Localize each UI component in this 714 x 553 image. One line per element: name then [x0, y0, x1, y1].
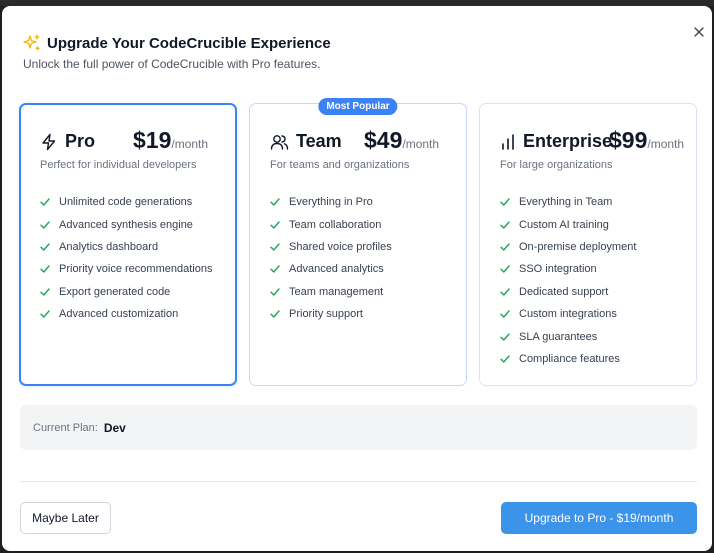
footer-divider	[20, 481, 697, 482]
check-icon	[500, 332, 510, 341]
feature-item: Shared voice profiles	[270, 236, 392, 258]
feature-item: Team management	[270, 281, 392, 303]
plan-description: Perfect for individual developers	[40, 159, 197, 171]
check-icon	[40, 243, 50, 251]
check-icon	[270, 310, 280, 318]
feature-item: Priority support	[270, 303, 392, 325]
current-plan-value: Dev	[103, 420, 126, 435]
check-icon	[270, 265, 280, 274]
feature-item: Custom AI training	[500, 213, 636, 235]
upgrade-button[interactable]: Upgrade to Pro - $19/month	[501, 502, 697, 534]
feature-item: SLA guarantees	[500, 325, 636, 347]
feature-item: Dedicated support	[500, 281, 636, 303]
check-icon	[500, 355, 510, 363]
feature-list: Unlimited code generations Advanced synt…	[40, 191, 212, 325]
feature-item: Export generated code	[40, 281, 212, 303]
check-icon	[40, 265, 50, 274]
users-icon	[270, 134, 289, 150]
check-icon	[500, 198, 510, 206]
plan-name: Enterprise	[500, 131, 612, 152]
feature-item: On-premise deployment	[500, 236, 636, 258]
most-popular-badge: Most Popular	[318, 98, 398, 115]
plan-price: $19/month	[133, 127, 209, 153]
modal-subtitle: Unlock the full power of CodeCrucible wi…	[23, 57, 321, 71]
feature-list: Everything in Pro Team collaboration Sha…	[270, 191, 392, 325]
plan-description: For large organizations	[500, 159, 613, 171]
feature-item: Advanced synthesis engine	[40, 213, 212, 235]
feature-item: Custom integrations	[500, 303, 636, 325]
plan-card-enterprise[interactable]: Enterprise $99/month For large organizat…	[479, 103, 697, 386]
feature-item: Compliance features	[500, 348, 636, 370]
maybe-later-button[interactable]: Maybe Later	[20, 502, 111, 534]
feature-item: Advanced analytics	[270, 258, 392, 280]
plan-name: Pro	[40, 131, 95, 152]
plan-header: Enterprise $99/month	[500, 127, 696, 155]
check-icon	[500, 220, 510, 229]
check-icon	[40, 198, 50, 206]
check-icon	[270, 198, 280, 206]
check-icon	[40, 220, 50, 229]
check-icon	[270, 288, 280, 296]
current-plan-label: Current Plan:	[33, 421, 98, 434]
plan-price: $99/month	[609, 127, 685, 153]
feature-item: Advanced customization	[40, 303, 212, 325]
feature-item: SSO integration	[500, 258, 636, 280]
lightning-icon	[42, 133, 56, 150]
feature-item: Analytics dashboard	[40, 236, 212, 258]
upgrade-modal: Upgrade Your CodeCrucible Experience Unl…	[2, 6, 712, 551]
check-icon	[500, 265, 510, 274]
feature-item: Everything in Team	[500, 191, 636, 213]
plan-card-team[interactable]: Most Popular Team $49/month For teams an…	[249, 98, 467, 386]
plan-description: For teams and organizations	[270, 159, 410, 171]
feature-item: Everything in Pro	[270, 191, 392, 213]
feature-item: Priority voice recommendations	[40, 258, 212, 280]
plan-price: $49/month	[364, 127, 440, 153]
plan-header: Team $49/month	[270, 127, 466, 155]
check-icon	[270, 243, 280, 251]
modal-title: Upgrade Your CodeCrucible Experience	[23, 32, 331, 54]
check-icon	[500, 310, 510, 318]
sparkles-icon	[23, 34, 40, 51]
bar-chart-icon	[502, 133, 514, 150]
check-icon	[270, 220, 280, 229]
close-button[interactable]	[690, 23, 708, 41]
check-icon	[40, 310, 50, 318]
plan-name: Team	[270, 131, 342, 152]
current-plan-box: Current Plan: Dev	[20, 405, 697, 450]
check-icon	[500, 243, 510, 251]
plan-header: Pro $19/month	[40, 127, 235, 155]
feature-item: Unlimited code generations	[40, 191, 212, 213]
feature-list: Everything in Team Custom AI training On…	[500, 191, 636, 370]
check-icon	[40, 288, 50, 296]
feature-item: Team collaboration	[270, 213, 392, 235]
plan-card-pro[interactable]: Pro $19/month Perfect for individual dev…	[19, 103, 237, 386]
check-icon	[500, 288, 510, 296]
close-icon	[694, 27, 704, 37]
modal-title-text: Upgrade Your CodeCrucible Experience	[47, 34, 331, 52]
